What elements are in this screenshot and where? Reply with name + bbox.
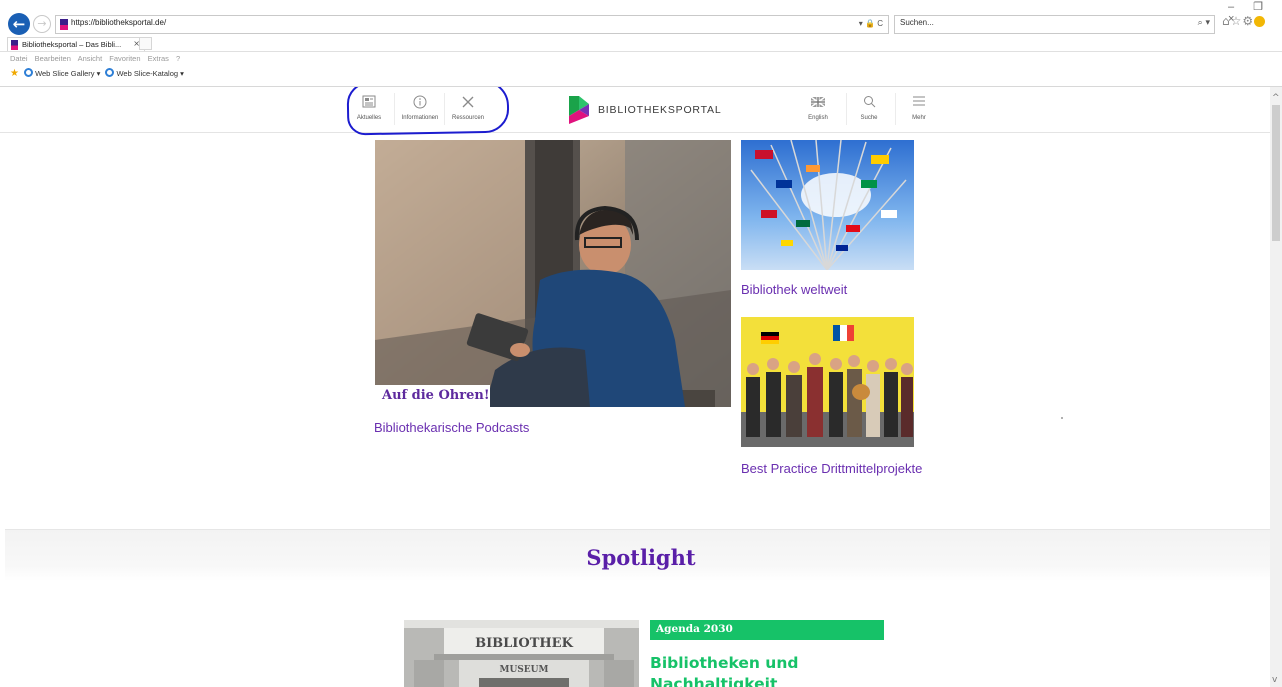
nav-english[interactable]: English [798, 95, 838, 121]
add-favorite-star-icon[interactable]: ★ [10, 68, 19, 79]
nav-label-suche: Suche [860, 115, 878, 121]
browser-tab-active[interactable]: Bibliotheksportal – Das Bibli... × [7, 37, 145, 52]
nav-label-english: English [808, 115, 828, 121]
nav-divider [895, 93, 896, 125]
hero-tag-text: Auf die Ohren! [382, 388, 490, 403]
web-slice-gallery-link[interactable]: Web Slice Gallery ▾ [35, 69, 100, 78]
spotlight-image-text-2: MUSEUM [500, 665, 549, 675]
address-bar[interactable]: https://bibliotheksportal.de/ ▾ 🔒 C [55, 15, 889, 34]
browser-toolbar-icons: ⌂☆⚙ [1222, 14, 1266, 28]
stray-dot [1061, 417, 1063, 419]
nav-mehr[interactable]: Mehr [899, 95, 939, 121]
menu-extras[interactable]: Extras [148, 54, 169, 63]
forward-button[interactable]: → [33, 15, 51, 33]
scroll-down-icon[interactable]: v [1272, 675, 1277, 685]
page-viewport: Aktuelles Informationen Ressourcen BIBLI… [0, 87, 1270, 687]
hero-podcast-image[interactable] [375, 140, 731, 407]
address-url[interactable]: https://bibliotheksportal.de/ [71, 18, 166, 27]
site-favicon-icon [60, 19, 68, 30]
search-icon [849, 95, 889, 112]
tabstrip-divider [0, 51, 1282, 52]
new-tab-button[interactable] [139, 37, 152, 50]
nav-suche[interactable]: Suche [849, 95, 889, 121]
browser-search-placeholder: Suchen... [900, 18, 934, 27]
menu-bearbeiten[interactable]: Bearbeiten [35, 54, 71, 63]
hero-tag: Auf die Ohren! [375, 385, 490, 407]
scrollbar-thumb[interactable] [1272, 105, 1280, 241]
group-caption-link[interactable]: Best Practice Drittmittelprojekte [741, 459, 931, 478]
settings-gear-icon[interactable]: ⚙ [1242, 14, 1254, 28]
flags-image[interactable] [741, 140, 914, 270]
menu-ansicht[interactable]: Ansicht [78, 54, 103, 63]
hamburger-icon [899, 95, 939, 112]
nav-divider [846, 93, 847, 125]
uk-flag-icon [798, 95, 838, 112]
group-photo-image[interactable] [741, 317, 914, 447]
spotlight-library-image[interactable]: BIBLIOTHEK MUSEUM [404, 620, 639, 687]
spotlight-heading: Spotlight [586, 545, 696, 570]
nav-label-mehr: Mehr [912, 115, 926, 121]
browser-chrome: – ❐ × ← → https://bibliotheksportal.de/ … [0, 0, 1282, 87]
spotlight-tag: Agenda 2030 [650, 620, 884, 640]
web-slice-catalog-link[interactable]: Web Slice-Katalog ▾ [116, 69, 183, 78]
menu-bar: Datei Bearbeiten Ansicht Favoriten Extra… [10, 54, 185, 63]
hero-caption-link[interactable]: Bibliothekarische Podcasts [374, 420, 529, 435]
menu-datei[interactable]: Datei [10, 54, 28, 63]
favorites-star-icon[interactable]: ☆ [1231, 14, 1243, 28]
feedback-smiley-icon[interactable] [1254, 16, 1266, 27]
tab-title: Bibliotheksportal – Das Bibli... [22, 40, 122, 49]
favorites-bar: ★ Web Slice Gallery ▾ Web Slice-Katalog … [10, 68, 184, 79]
logo-wordmark[interactable]: BIBLIOTHEKSPORTAL [598, 104, 722, 116]
bibliotheksportal-logo-icon[interactable] [569, 96, 589, 124]
back-button[interactable]: ← [8, 13, 30, 35]
flags-caption-link[interactable]: Bibliothek weltweit [741, 282, 847, 297]
spotlight-tag-text: Agenda 2030 [656, 623, 733, 635]
web-slice-icon [105, 68, 115, 77]
hand-drawn-highlight-circle [346, 87, 510, 136]
web-slice-icon [24, 68, 34, 77]
search-dropdown-icon[interactable]: ⌕ ▾ [1198, 18, 1210, 28]
site-header: Aktuelles Informationen Ressourcen BIBLI… [0, 87, 1270, 136]
address-actions[interactable]: ▾ 🔒 C [859, 19, 883, 28]
browser-search-input[interactable]: Suchen... ⌕ ▾ [894, 15, 1215, 34]
spotlight-image-text-1: BIBLIOTHEK [475, 636, 573, 651]
scroll-up-icon[interactable]: ^ [1272, 93, 1280, 103]
spotlight-headline-link[interactable]: Bibliotheken und Nachhaltigkeit [650, 653, 890, 687]
home-icon[interactable]: ⌂ [1222, 14, 1231, 28]
vertical-scrollbar[interactable]: ^ v [1270, 87, 1282, 687]
menu-favoriten[interactable]: Favoriten [109, 54, 140, 63]
tab-favicon-icon [11, 40, 18, 50]
menu-help[interactable]: ? [176, 54, 180, 63]
